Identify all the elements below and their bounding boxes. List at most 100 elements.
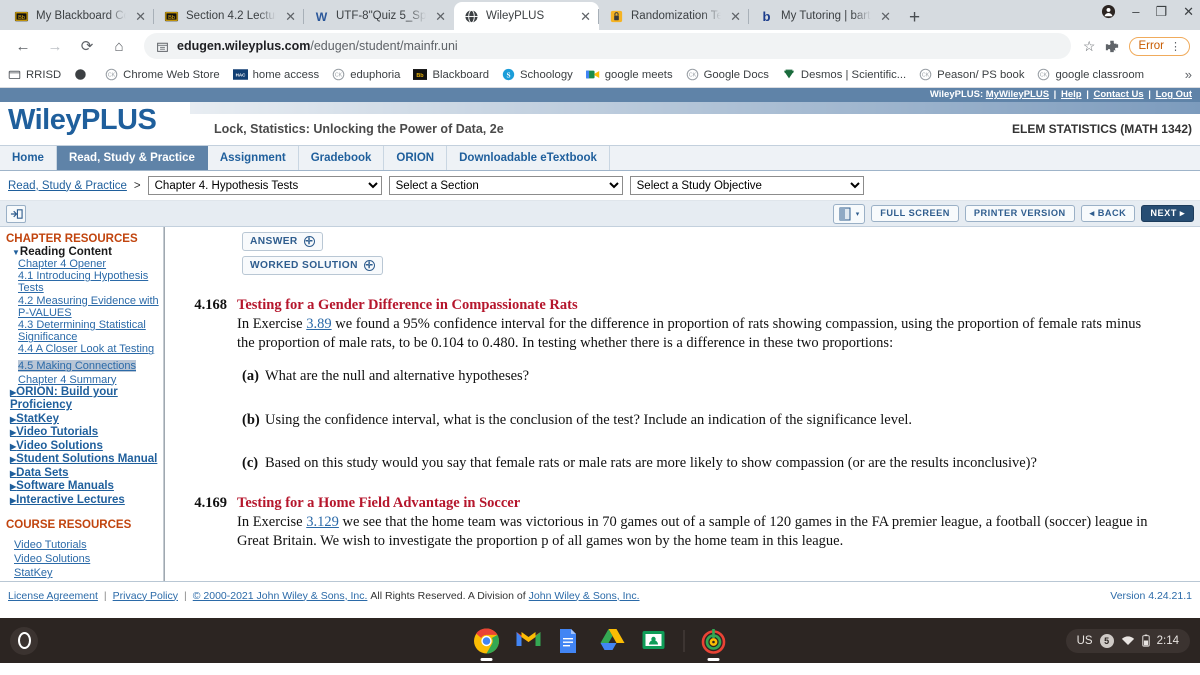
breadcrumb-link[interactable]: Read, Study & Practice	[8, 180, 127, 192]
meet-icon	[585, 70, 599, 79]
log-out-link[interactable]: Log Out	[1156, 89, 1192, 100]
bookmark-item[interactable]: RRISD	[8, 68, 61, 81]
profile-error-button[interactable]: Error ⋮	[1129, 36, 1190, 56]
close-icon[interactable]: ✕	[578, 10, 593, 23]
bookmark-item[interactable]: CK Chrome Web Store	[105, 68, 220, 81]
exercise-reference-link[interactable]: 3.129	[306, 514, 339, 530]
full-screen-button[interactable]: FULL SCREEN	[871, 204, 959, 223]
contact-us-link[interactable]: Contact Us	[1094, 89, 1144, 100]
status-tray[interactable]: US 5 2:14	[1065, 628, 1190, 653]
bookmark-label: eduphoria	[350, 68, 401, 81]
bookmark-item[interactable]: S Schoology	[502, 68, 573, 81]
back-button[interactable]: ◂ BACK	[1080, 204, 1136, 223]
site-info-icon[interactable]	[156, 40, 169, 53]
chevron-down-icon[interactable]: ▾	[856, 210, 860, 218]
reading-content-group[interactable]: ▼Reading Content	[12, 246, 159, 258]
course-link-video-tutorials[interactable]: Video Tutorials	[14, 538, 159, 552]
sidebar-link-data-sets[interactable]: ▶Data Sets	[10, 467, 159, 481]
bookmark-item[interactable]: CK google classroom	[1037, 68, 1144, 81]
sidebar-link-chapter-4-opener[interactable]: Chapter 4 Opener	[18, 258, 159, 270]
sidebar-link-4-4[interactable]: 4.4 A Closer Look at Testing	[18, 343, 159, 355]
mywileyplus-link[interactable]: MyWileyPLUS	[986, 89, 1049, 100]
nav-read-study-practice[interactable]: Read, Study & Practice	[56, 146, 208, 170]
nav-orion[interactable]: ORION	[384, 146, 448, 170]
new-tab-button[interactable]: +	[899, 8, 930, 30]
course-link-video-solutions[interactable]: Video Solutions	[14, 552, 159, 566]
chrome-menu-icon[interactable]: ⋮	[1170, 40, 1181, 53]
copyright-link[interactable]: © 2000-2021 John Wiley & Sons, Inc.	[193, 590, 368, 602]
close-icon[interactable]: ✕	[433, 10, 448, 23]
reload-button[interactable]: ⟳	[74, 33, 100, 59]
next-button[interactable]: NEXT ▸	[1141, 204, 1194, 223]
sidebar-link-video-tutorials[interactable]: ▶Video Tutorials	[10, 426, 159, 440]
chrome-icon[interactable]	[474, 627, 500, 654]
nav-gradebook[interactable]: Gradebook	[299, 146, 385, 170]
sidebar-link-chapter-4-summary[interactable]: Chapter 4 Summary	[18, 374, 159, 386]
google-drive-icon[interactable]	[600, 628, 626, 654]
bookmark-label: Peason/ PS book	[937, 68, 1025, 81]
profile-avatar-icon[interactable]	[1101, 4, 1116, 19]
sidebar-link-video-solutions[interactable]: ▶Video Solutions	[10, 440, 159, 454]
bookmark-item[interactable]: CK Google Docs	[686, 68, 769, 81]
close-icon[interactable]: ✕	[283, 10, 298, 23]
browser-tab[interactable]: Randomization Test for ✕	[598, 2, 749, 30]
home-button[interactable]: ⌂	[106, 33, 132, 59]
browser-tab[interactable]: Bb Section 4.2 Lecture Slid ✕	[153, 2, 304, 30]
bookmarks-overflow-button[interactable]: »	[1185, 67, 1192, 82]
browser-tab[interactable]: b My Tutoring | bartleby ✕	[748, 2, 899, 30]
section-select[interactable]: Select a Section	[388, 176, 623, 195]
sidebar-link-student-solutions-manual[interactable]: ▶Student Solutions Manual	[10, 453, 159, 467]
privacy-policy-link[interactable]: Privacy Policy	[113, 590, 178, 602]
screen-capture-icon[interactable]	[701, 628, 727, 654]
sidebar-link-4-5-selected[interactable]: 4.5 Making Connections	[18, 359, 137, 372]
sidebar-link-orion[interactable]: ▶ORION: Build your Proficiency	[10, 386, 159, 413]
bookmark-item[interactable]: CK Peason/ PS book	[919, 68, 1024, 81]
bookmark-item[interactable]: Bb Blackboard	[413, 69, 489, 81]
chapter-select[interactable]: Chapter 4. Hypothesis Tests	[147, 176, 382, 195]
address-bar[interactable]: edugen.wileyplus.com/edugen/student/main…	[144, 33, 1071, 59]
sidebar-link-statkey[interactable]: ▶StatKey	[10, 413, 159, 427]
sidebar-link-4-1[interactable]: 4.1 Introducing Hypothesis Tests	[18, 270, 159, 294]
sidebar-link-software-manuals[interactable]: ▶Software Manuals	[10, 480, 159, 494]
study-objective-select[interactable]: Select a Study Objective	[629, 176, 864, 195]
puzzle-icon[interactable]	[1105, 39, 1119, 53]
course-link-statkey[interactable]: StatKey	[14, 566, 159, 580]
show-panel-icon[interactable]	[6, 204, 26, 223]
gmail-icon[interactable]	[516, 628, 542, 654]
division-link[interactable]: John Wiley & Sons, Inc.	[529, 590, 640, 602]
sidebar-link-interactive-lectures[interactable]: ▶Interactive Lectures	[10, 494, 159, 508]
maximize-button[interactable]: ❐	[1155, 5, 1167, 18]
bookmark-item[interactable]: google meets	[585, 69, 673, 81]
worked-solution-button[interactable]: WORKED SOLUTION ✛	[242, 256, 383, 275]
bookmark-star-icon[interactable]: ☆	[1083, 38, 1096, 55]
exercise-reference-link[interactable]: 3.89	[306, 316, 331, 332]
bookmark-item[interactable]: HAC home access	[232, 69, 319, 81]
help-link[interactable]: Help	[1061, 89, 1082, 100]
browser-tab[interactable]: W UTF-8"Quiz 5_Spring20 ✕	[303, 2, 454, 30]
close-window-button[interactable]: ✕	[1183, 5, 1194, 18]
google-classroom-icon[interactable]	[642, 628, 668, 654]
license-agreement-link[interactable]: License Agreement	[8, 590, 98, 602]
back-button[interactable]: ←	[10, 33, 36, 59]
launcher-icon[interactable]	[10, 626, 38, 655]
bookmark-item[interactable]: Desmos | Scientific...	[782, 69, 906, 81]
sidebar-link-4-3[interactable]: 4.3 Determining Statistical Significance	[18, 319, 159, 343]
close-icon[interactable]: ✕	[133, 10, 148, 23]
minimize-button[interactable]: –	[1132, 5, 1139, 18]
forward-button[interactable]: →	[42, 33, 68, 59]
close-icon[interactable]: ✕	[728, 10, 743, 23]
bookmark-item[interactable]: CK eduphoria	[332, 68, 400, 81]
wileyplus-logo[interactable]: WileyPLUS	[8, 104, 157, 137]
nav-home[interactable]: Home	[0, 146, 57, 170]
browser-tab[interactable]: Bb My Blackboard Content ✕	[4, 2, 154, 30]
notes-dropdown[interactable]: ▾	[832, 203, 866, 224]
answer-button[interactable]: ANSWER ✛	[242, 232, 323, 251]
google-docs-icon[interactable]	[558, 628, 584, 654]
nav-assignment[interactable]: Assignment	[208, 146, 299, 170]
close-icon[interactable]: ✕	[878, 10, 893, 23]
sidebar-link-4-2[interactable]: 4.2 Measuring Evidence with P-VALUES	[18, 295, 159, 319]
nav-downloadable-etextbook[interactable]: Downloadable eTextbook	[447, 146, 610, 170]
browser-tab-active[interactable]: WileyPLUS ✕	[454, 2, 599, 30]
printer-version-button[interactable]: PRINTER VERSION	[964, 204, 1075, 223]
bookmark-item[interactable]	[74, 68, 92, 81]
